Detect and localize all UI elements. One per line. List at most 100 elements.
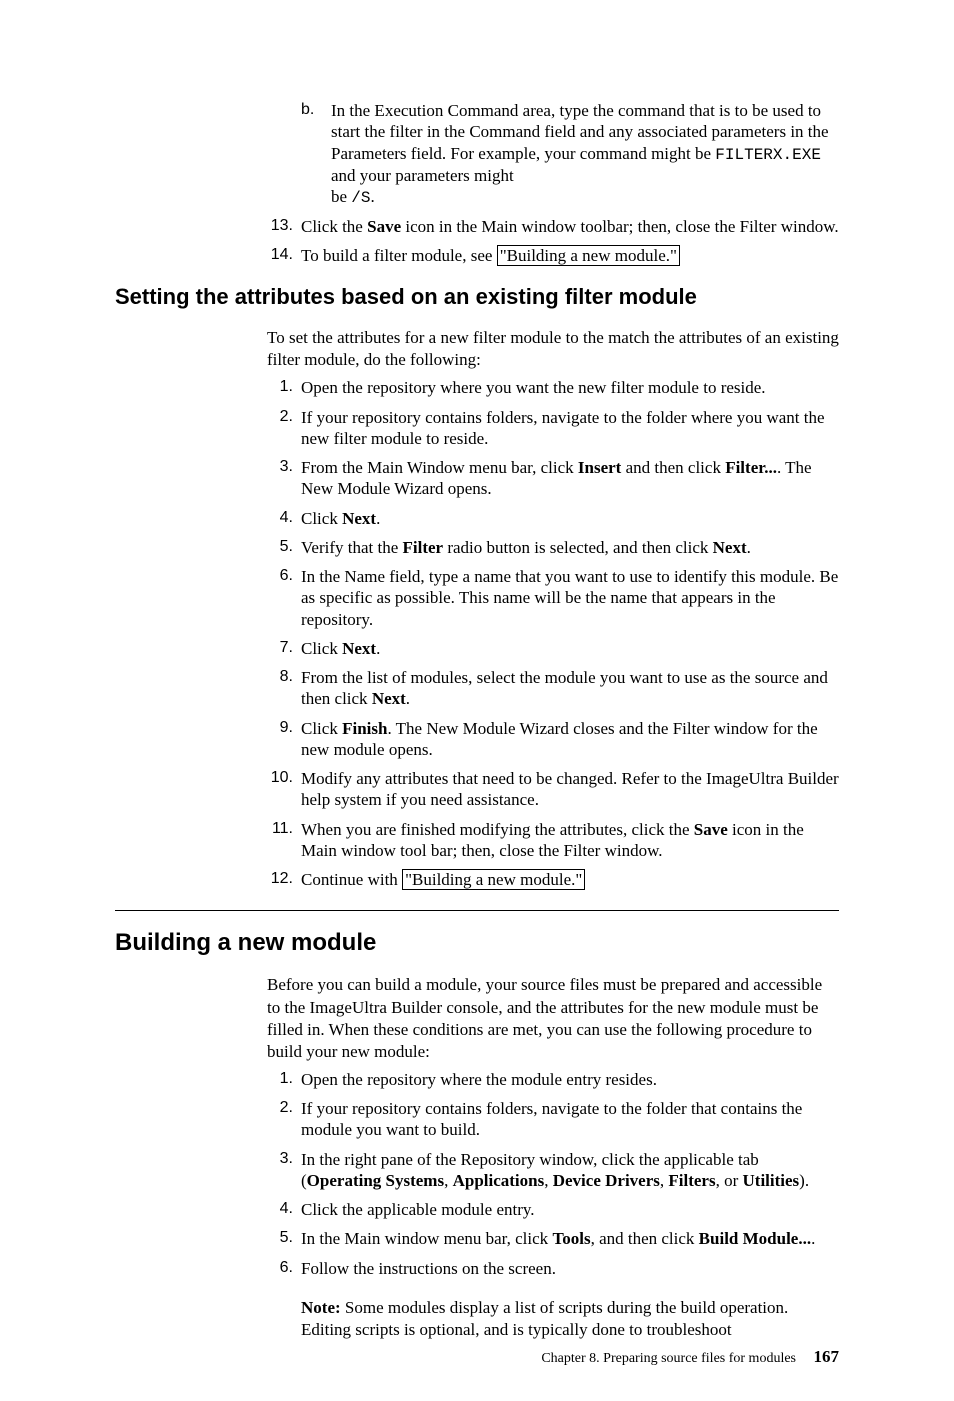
s3-step-4: 4. Click the applicable module entry. xyxy=(267,1199,839,1220)
s2-step-8: 8. From the list of modules, select the … xyxy=(267,667,839,710)
s3-step-5-num: 5. xyxy=(267,1228,293,1248)
s3-step-4-num: 4. xyxy=(267,1199,293,1219)
s2-3-b2: Filter... xyxy=(725,458,777,477)
s2-step-2-text: If your repository contains folders, nav… xyxy=(301,408,825,448)
s2-step-1-num: 1. xyxy=(267,377,293,397)
s2-step-2: 2. If your repository contains folders, … xyxy=(267,407,839,450)
s3-3-b1: Operating Systems xyxy=(307,1171,444,1190)
section3-intro: Before you can build a module, your sour… xyxy=(267,974,839,1062)
s3-3-b3: Device Drivers xyxy=(553,1171,660,1190)
step-14: 14. To build a filter module, see "Build… xyxy=(267,245,839,266)
s3-3-p5: , or xyxy=(716,1171,743,1190)
s3-3-p3: , xyxy=(544,1171,553,1190)
s2-step-10-text: Modify any attributes that need to be ch… xyxy=(301,769,839,809)
s2-5-p1: Verify that the xyxy=(301,538,403,557)
s3-step-6-text: Follow the instructions on the screen. xyxy=(301,1259,556,1278)
link-building-new-module-1[interactable]: "Building a new module." xyxy=(497,245,680,266)
step-b: b. In the Execution Command area, type t… xyxy=(301,100,839,208)
note-text: Some modules display a list of scripts d… xyxy=(301,1298,788,1339)
heading-building-new-module: Building a new module xyxy=(115,929,839,957)
s2-step-2-num: 2. xyxy=(267,407,293,427)
s3-step-6: 6. Follow the instructions on the screen… xyxy=(267,1258,839,1279)
section2-steps: 1. Open the repository where you want th… xyxy=(115,377,839,890)
s2-step-6-num: 6. xyxy=(267,566,293,586)
step-b-text-3: be xyxy=(331,187,351,206)
link-building-new-module-2[interactable]: "Building a new module." xyxy=(402,869,585,890)
s2-5-b1: Filter xyxy=(403,538,444,557)
step-13: 13. Click the Save icon in the Main wind… xyxy=(267,216,839,237)
s3-step-3-num: 3. xyxy=(267,1149,293,1169)
s2-8-p2: . xyxy=(406,689,410,708)
s2-step-11-num: 11. xyxy=(267,819,293,839)
s3-3-b5: Utilities xyxy=(743,1171,800,1190)
s2-step-6-text: In the Name field, type a name that you … xyxy=(301,567,838,629)
s2-7-b1: Next xyxy=(342,639,376,658)
s2-step-3-num: 3. xyxy=(267,457,293,477)
s3-5-p1: In the Main window menu bar, click xyxy=(301,1229,552,1248)
s2-11-b1: Save xyxy=(694,820,728,839)
s3-5-b1: Tools xyxy=(552,1229,590,1248)
heading-setting-attributes: Setting the attributes based on an exist… xyxy=(115,284,839,310)
note-label: Note: xyxy=(301,1298,341,1317)
section-divider xyxy=(115,910,839,911)
s2-3-p1: From the Main Window menu bar, click xyxy=(301,458,578,477)
s2-8-b1: Next xyxy=(372,689,406,708)
s2-step-9: 9. Click Finish. The New Module Wizard c… xyxy=(267,718,839,761)
s3-5-p3: . xyxy=(811,1229,815,1248)
step-13-p2: icon in the Main window toolbar; then, c… xyxy=(401,217,839,236)
s3-step-1: 1. Open the repository where the module … xyxy=(267,1069,839,1090)
s2-4-p1: Click xyxy=(301,509,342,528)
s3-step-5: 5. In the Main window menu bar, click To… xyxy=(267,1228,839,1249)
s2-step-8-num: 8. xyxy=(267,667,293,687)
s2-4-p2: . xyxy=(376,509,380,528)
s3-step-6-num: 6. xyxy=(267,1258,293,1278)
s2-step-6: 6. In the Name field, type a name that y… xyxy=(267,566,839,630)
s2-7-p2: . xyxy=(376,639,380,658)
s3-step-1-num: 1. xyxy=(267,1069,293,1089)
s2-step-7-num: 7. xyxy=(267,638,293,658)
s2-9-p1: Click xyxy=(301,719,342,738)
step-b-letter: b. xyxy=(301,100,314,120)
s2-step-12: 12. Continue with "Building a new module… xyxy=(267,869,839,890)
s2-step-10-num: 10. xyxy=(267,768,293,788)
s3-3-b4: Filters xyxy=(668,1171,715,1190)
s3-3-p6: ). xyxy=(799,1171,809,1190)
page-number: 167 xyxy=(814,1347,840,1366)
step-13-b1: Save xyxy=(367,217,401,236)
s2-5-p3: . xyxy=(747,538,751,557)
s3-step-2-text: If your repository contains folders, nav… xyxy=(301,1099,802,1139)
s2-step-12-num: 12. xyxy=(267,869,293,889)
s2-5-b2: Next xyxy=(713,538,747,557)
section2-intro: To set the attributes for a new filter m… xyxy=(267,327,839,371)
step-b-text-4: . xyxy=(371,187,375,206)
section3-steps: 1. Open the repository where the module … xyxy=(115,1069,839,1279)
s2-step-3: 3. From the Main Window menu bar, click … xyxy=(267,457,839,500)
s2-4-b1: Next xyxy=(342,509,376,528)
step-b-code-1: FILTERX.EXE xyxy=(715,146,821,164)
s3-5-p2: , and then click xyxy=(591,1229,699,1248)
chapter-label: Chapter 8. Preparing source files for mo… xyxy=(541,1351,796,1366)
s2-step-5-num: 5. xyxy=(267,537,293,557)
step-14-num: 14. xyxy=(267,245,293,265)
s3-step-2: 2. If your repository contains folders, … xyxy=(267,1098,839,1141)
s2-step-4-num: 4. xyxy=(267,508,293,528)
s2-12-p1: Continue with xyxy=(301,870,402,889)
s3-step-2-num: 2. xyxy=(267,1098,293,1118)
s2-3-b1: Insert xyxy=(578,458,621,477)
note-block: Note: Some modules display a list of scr… xyxy=(301,1297,839,1341)
s3-3-p2: , xyxy=(444,1171,453,1190)
step-13-p1: Click the xyxy=(301,217,367,236)
s2-step-9-num: 9. xyxy=(267,718,293,738)
step-14-p1: To build a filter module, see xyxy=(301,246,497,265)
step-13-num: 13. xyxy=(267,216,293,236)
s2-step-4: 4. Click Next. xyxy=(267,508,839,529)
s2-step-1: 1. Open the repository where you want th… xyxy=(267,377,839,398)
s2-step-5: 5. Verify that the Filter radio button i… xyxy=(267,537,839,558)
s2-7-p1: Click xyxy=(301,639,342,658)
s2-11-p1: When you are finished modifying the attr… xyxy=(301,820,694,839)
s2-5-p2: radio button is selected, and then click xyxy=(443,538,713,557)
s3-step-1-text: Open the repository where the module ent… xyxy=(301,1070,657,1089)
section1-steps: 13. Click the Save icon in the Main wind… xyxy=(115,216,839,267)
step-b-text-2: and your parameters might xyxy=(331,166,514,185)
s2-9-b1: Finish xyxy=(342,719,387,738)
